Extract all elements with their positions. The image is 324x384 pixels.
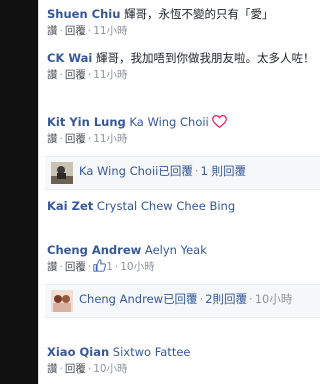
reply-summary[interactable]: Ka Wing Choii已回覆 · 1 則回覆: [45, 156, 320, 190]
reply-count[interactable]: 2則回覆: [205, 292, 247, 306]
reply-author[interactable]: Ka Wing Choii: [79, 164, 158, 178]
reply-link[interactable]: 回覆: [65, 363, 86, 375]
comment-author[interactable]: Kai Zet: [47, 199, 93, 213]
comment-author[interactable]: Cheng Andrew: [47, 243, 141, 257]
like-link[interactable]: 讚: [47, 363, 58, 375]
thumbs-up-icon: [93, 259, 107, 272]
comment: Kit Yin Lung Ka Wing Choii 讚 · 回覆 · 11小時: [39, 114, 324, 148]
comment: CK Wai 輝哥，我加唔到你做我朋友啦。太多人咗！ 讚 · 回覆 · 11小時: [47, 51, 315, 81]
like-link[interactable]: 讚: [47, 133, 58, 145]
reply-summary[interactable]: Cheng Andrew已回覆 · 2則回覆 · 10小時: [45, 284, 320, 318]
heart-icon: [212, 115, 228, 128]
timestamp[interactable]: 11小時: [93, 25, 127, 37]
comment: Xiao Qian Sixtwo Fattee 讚 · 回覆 · 10小時: [47, 345, 191, 375]
comment: Cheng Andrew Aelyn Yeak 讚 · 回覆 · 1 · 10小時: [47, 243, 207, 273]
timestamp[interactable]: 10小時: [93, 363, 127, 375]
comment-author[interactable]: Kit Yin Lung: [47, 115, 126, 129]
timestamp[interactable]: 10小時: [255, 292, 293, 306]
comment-author[interactable]: CK Wai: [47, 51, 92, 65]
like-count[interactable]: 1: [106, 261, 113, 273]
tagged-user[interactable]: Sixtwo Fattee: [113, 345, 191, 359]
comment-text: 輝哥，我加唔到你做我朋友啦。太多人咗！: [96, 51, 315, 65]
comment: Kai Zet Crystal Chew Chee Bing: [39, 198, 324, 215]
reply-verb: 已回覆: [163, 292, 198, 306]
tagged-user[interactable]: Crystal Chew Chee Bing: [97, 199, 235, 213]
comment-thread: Shuen Chiu 輝哥，永恆不變的只有「愛」 讚 · 回覆 · 11小時 CK Wa…: [39, 0, 324, 384]
redacted-sidebar: [0, 0, 38, 384]
reply-link[interactable]: 回覆: [65, 69, 86, 81]
comment-author[interactable]: Xiao Qian: [47, 345, 109, 359]
reply-link[interactable]: 回覆: [65, 261, 86, 273]
reply-author[interactable]: Cheng Andrew: [79, 292, 163, 306]
timestamp[interactable]: 11小時: [93, 133, 127, 145]
reply-link[interactable]: 回覆: [65, 25, 86, 37]
timestamp[interactable]: 10小時: [120, 261, 154, 273]
tagged-user[interactable]: Ka Wing Choii: [129, 115, 208, 129]
like-link[interactable]: 讚: [47, 261, 58, 273]
reply-count[interactable]: 1 則回覆: [201, 164, 246, 178]
reply-verb: 已回覆: [158, 164, 193, 178]
timestamp[interactable]: 11小時: [93, 69, 127, 81]
like-link[interactable]: 讚: [47, 69, 58, 81]
avatar: [51, 162, 73, 184]
avatar: [51, 290, 73, 312]
tagged-user[interactable]: Aelyn Yeak: [145, 243, 207, 257]
reply-link[interactable]: 回覆: [65, 133, 86, 145]
comment: Shuen Chiu 輝哥，永恆不變的只有「愛」 讚 · 回覆 · 11小時: [47, 7, 274, 37]
comment-text: 輝哥，永恆不變的只有「愛」: [124, 7, 274, 21]
comment-author[interactable]: Shuen Chiu: [47, 7, 120, 21]
like-link[interactable]: 讚: [47, 25, 58, 37]
